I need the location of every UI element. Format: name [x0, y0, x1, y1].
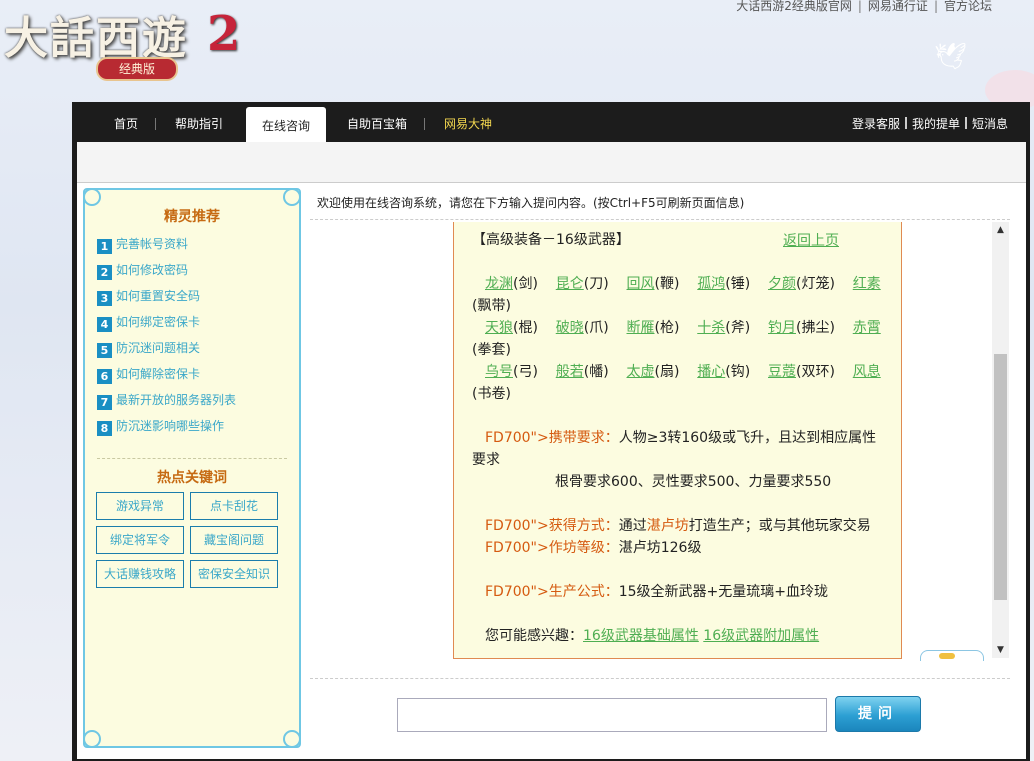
carry-requirement: FD700">携带要求：人物≥3转160级或飞升，且达到相应属性: [485, 430, 877, 446]
keyword-button[interactable]: 游戏异常: [96, 492, 184, 520]
official-site-link[interactable]: 大话西游2经典版官网: [736, 0, 852, 13]
weapon-link[interactable]: 夕颜: [768, 276, 796, 292]
weapon-link[interactable]: 十杀: [697, 320, 725, 336]
welcome-text: 欢迎使用在线咨询系统，请您在下方输入提问内容。(按Ctrl+F5可刷新页面信息): [317, 196, 745, 210]
logo-title: 大話西遊: [4, 13, 188, 64]
tab-online-consult[interactable]: 在线咨询: [246, 107, 327, 142]
logo-number: 2: [207, 6, 241, 62]
keyword-button[interactable]: 点卡刮花: [190, 492, 278, 520]
weapon-link[interactable]: 豆蔻: [768, 364, 796, 380]
related-link[interactable]: 16级武器附加属性: [703, 628, 819, 644]
faq-item[interactable]: 2 如何修改密码: [97, 262, 236, 288]
carry-requirement-cont: 要求: [472, 452, 500, 468]
keyword-button[interactable]: 密保安全知识: [190, 560, 278, 588]
corner-ornament: [83, 730, 101, 748]
faq-item[interactable]: 4 如何绑定密保卡: [97, 314, 236, 340]
tab-home[interactable]: 首页: [114, 115, 138, 132]
weapon-type: (拳套): [472, 342, 511, 358]
main-frame: 首页 帮助指引 在线咨询 自助百宝箱 网易大神 登录客服 我的提单 短消息 精灵推荐…: [72, 102, 1030, 761]
keyword-button[interactable]: 绑定将军令: [96, 526, 184, 554]
faq-item[interactable]: 3 如何重置安全码: [97, 288, 236, 314]
tab-netease-dashen[interactable]: 网易大神: [444, 115, 492, 132]
corner-ornament: [83, 188, 101, 206]
answer-panel: 【高级装备－16级武器】 返回上页 龙渊(剑) 昆仑(刀) 回风(鞭) 孤鸿(锤…: [453, 222, 902, 659]
faq-list: 1 完善帐号资料 2 如何修改密码 3 如何重置安全码 4 如何绑定密保卡 5 防沉迷问题…: [97, 236, 236, 444]
back-link[interactable]: 返回上页: [783, 230, 839, 250]
mini-widget[interactable]: [920, 650, 984, 661]
my-tickets-link[interactable]: 我的提单: [912, 117, 960, 131]
recommend-title: 精灵推荐: [164, 209, 220, 225]
weapon-link[interactable]: 龙渊: [485, 276, 513, 292]
scroll-thumb[interactable]: [994, 354, 1007, 600]
corner-ornament: [283, 188, 301, 206]
weapon-link[interactable]: 孤鸿: [697, 276, 725, 292]
weapon-row: 乌号(弓) 般若(幡) 太虚(扇) 播心(钩) 豆蔻(双环) 风息: [485, 364, 881, 380]
keyword-button[interactable]: 大话赚钱攻略: [96, 560, 184, 588]
hot-keywords-title: 热点关键词: [157, 470, 227, 486]
weapon-link[interactable]: 风息: [853, 364, 881, 380]
question-input[interactable]: [397, 698, 827, 732]
related-link[interactable]: 16级武器基础属性: [583, 628, 699, 644]
content-area: 精灵推荐 1 完善帐号资料 2 如何修改密码 3 如何重置安全码 4 如何绑定密保卡 5…: [77, 142, 1026, 759]
weapon-link[interactable]: 太虚: [627, 364, 655, 380]
top-nav: 首页 帮助指引 在线咨询 自助百宝箱 网易大神 登录客服 我的提单 短消息: [72, 102, 1030, 142]
faq-item[interactable]: 6 如何解除密保卡: [97, 366, 236, 392]
messages-link[interactable]: 短消息: [972, 117, 1008, 131]
production-formula: FD700">生产公式：15级全新武器+无量琉璃+血玲珑: [485, 584, 829, 600]
weapon-link[interactable]: 昆仑: [556, 276, 584, 292]
divider: [310, 678, 1010, 679]
scroll-up-icon[interactable]: ▲: [992, 222, 1009, 238]
faq-item[interactable]: 7 最新开放的服务器列表: [97, 392, 236, 418]
corner-ornament: [283, 730, 301, 748]
divider: [310, 219, 1010, 220]
scroll-down-icon[interactable]: ▼: [992, 642, 1009, 658]
attribute-requirement: 根骨要求600、灵性要求500、力量要求550: [555, 474, 832, 490]
weapon-link[interactable]: 播心: [697, 364, 725, 380]
keyword-button[interactable]: 藏宝阁问题: [190, 526, 278, 554]
forum-link[interactable]: 官方论坛: [944, 0, 992, 13]
logo-subtitle: 经典版: [98, 59, 176, 79]
weapon-link[interactable]: 回风: [627, 276, 655, 292]
header-band: [77, 142, 1026, 183]
weapon-link[interactable]: 乌号: [485, 364, 513, 380]
weapon-link[interactable]: 断雁: [627, 320, 655, 336]
weapon-link[interactable]: 赤霄: [853, 320, 881, 336]
weapon-link[interactable]: 般若: [556, 364, 584, 380]
tab-toolbox[interactable]: 自助百宝箱: [347, 115, 407, 132]
weapon-link[interactable]: 破晓: [556, 320, 584, 336]
faq-item[interactable]: 5 防沉迷问题相关: [97, 340, 236, 366]
ask-button[interactable]: 提问: [835, 696, 921, 732]
weapon-row: 天狼(棍) 破晓(爪) 断雁(枪) 十杀(斧) 钓月(拂尘) 赤霄: [485, 320, 881, 336]
weapon-type: (飘带): [472, 298, 511, 314]
faq-item[interactable]: 1 完善帐号资料: [97, 236, 236, 262]
weapon-row: 龙渊(剑) 昆仑(刀) 回风(鞭) 孤鸿(锤) 夕颜(灯笼) 红素: [485, 276, 881, 292]
game-logo[interactable]: 大話西遊 2 经典版: [0, 0, 280, 95]
faq-item[interactable]: 8 防沉迷影响哪些操作: [97, 418, 236, 444]
weapon-link[interactable]: 钓月: [768, 320, 796, 336]
weapon-link[interactable]: 天狼: [485, 320, 513, 336]
sidebar: 精灵推荐 1 完善帐号资料 2 如何修改密码 3 如何重置安全码 4 如何绑定密保卡 5…: [83, 188, 301, 748]
obtain-method: FD700">获得方式：通过湛卢坊打造生产；或与其他玩家交易: [485, 518, 871, 534]
related-links: 您可能感兴趣：16级武器基础属性 16级武器附加属性: [485, 628, 820, 644]
divider: [97, 458, 287, 459]
nav-right-links: 登录客服 我的提单 短消息: [852, 115, 1008, 132]
workshop-level: FD700">作坊等级：湛卢坊126级: [485, 540, 702, 556]
login-service-link[interactable]: 登录客服: [852, 117, 900, 131]
weapon-link[interactable]: 红素: [853, 276, 881, 292]
answer-scrollbar[interactable]: ▲ ▼: [992, 222, 1009, 658]
top-links: 大话西游2经典版官网 | 网易通行证 | 官方论坛: [736, 0, 992, 13]
weapon-type: (书卷): [472, 386, 511, 402]
tab-help[interactable]: 帮助指引: [175, 115, 223, 132]
answer-heading: 【高级装备－16级武器】: [472, 232, 630, 248]
passport-link[interactable]: 网易通行证: [868, 0, 928, 13]
bird-icon: 🕊: [934, 42, 968, 72]
